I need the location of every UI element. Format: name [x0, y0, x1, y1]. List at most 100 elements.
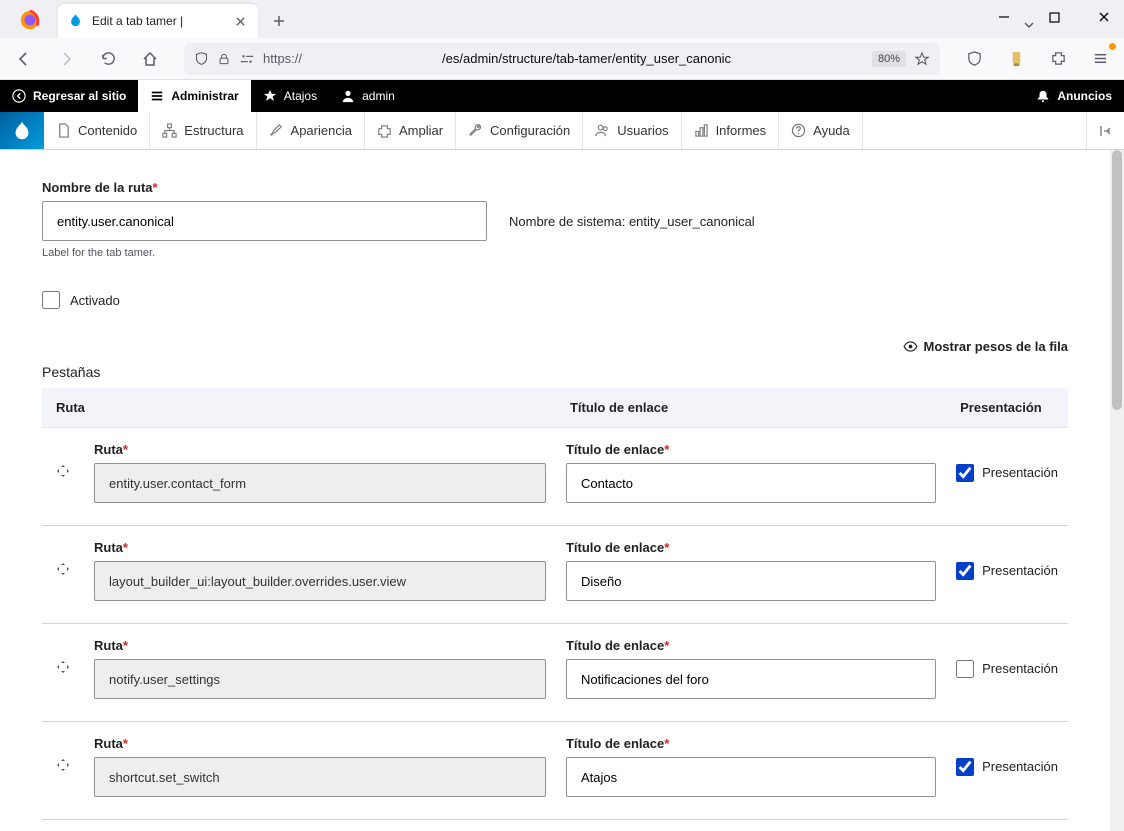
lock-icon: [217, 52, 231, 66]
drag-handle-icon[interactable]: [56, 464, 70, 478]
user-button[interactable]: admin: [329, 80, 407, 112]
pocket-icon[interactable]: [960, 45, 988, 73]
puzzle-icon: [377, 123, 392, 138]
main-content: Nombre de la ruta* Nombre de sistema: en…: [0, 150, 1110, 831]
row-title-input[interactable]: [566, 659, 936, 699]
brush-icon: [269, 123, 284, 138]
show-row-weights-link[interactable]: Mostrar pesos de la fila: [924, 339, 1069, 354]
row-title-label: Título de enlace*: [566, 540, 936, 555]
row-route-input: [94, 561, 546, 601]
menu-extend[interactable]: Ampliar: [365, 112, 456, 149]
row-title-input[interactable]: [566, 561, 936, 601]
window-close-icon[interactable]: [1090, 6, 1118, 28]
firefox-icon: [16, 6, 44, 34]
table-row: Ruta* Título de enlace* Presentación: [42, 820, 1068, 831]
manage-button[interactable]: Administrar: [138, 80, 250, 112]
row-route-label: Ruta*: [94, 540, 546, 555]
row-presentation-label: Presentación: [982, 759, 1058, 774]
announcements-button[interactable]: Anuncios: [1024, 80, 1124, 112]
activated-label: Activado: [70, 293, 120, 308]
th-presentation: Presentación: [946, 388, 1068, 428]
route-name-label: Nombre de la ruta*: [42, 180, 1068, 195]
tab-close-icon[interactable]: [232, 13, 248, 29]
zoom-badge[interactable]: 80%: [872, 51, 906, 67]
nav-reload-button[interactable]: [94, 45, 122, 73]
bell-icon: [1036, 89, 1050, 103]
row-route-input: [94, 757, 546, 797]
drag-handle-icon[interactable]: [56, 758, 70, 772]
star-icon: [263, 89, 277, 103]
user-icon: [341, 89, 355, 103]
row-presentation-label: Presentación: [982, 563, 1058, 578]
activated-checkbox[interactable]: [42, 291, 60, 309]
row-title-label: Título de enlace*: [566, 638, 936, 653]
scrollbar[interactable]: [1110, 150, 1124, 831]
row-title-label: Título de enlace*: [566, 736, 936, 751]
chart-icon: [694, 123, 709, 138]
table-row: Ruta* Título de enlace* Presentación: [42, 624, 1068, 722]
nav-forward-button: [52, 45, 80, 73]
file-icon: [56, 123, 71, 138]
hamburger-icon: [150, 89, 164, 103]
menu-configuration[interactable]: Configuración: [456, 112, 583, 149]
bookmark-star-icon[interactable]: [914, 51, 930, 67]
row-route-input: [94, 463, 546, 503]
scrollbar-thumb[interactable]: [1112, 150, 1122, 410]
system-name-text: Nombre de sistema: entity_user_canonical: [509, 214, 755, 229]
hamburger-menu-icon[interactable]: [1086, 45, 1114, 73]
menu-reports[interactable]: Informes: [682, 112, 780, 149]
row-presentation-checkbox[interactable]: [956, 660, 974, 678]
wrench-icon: [468, 123, 483, 138]
row-presentation-label: Presentación: [982, 465, 1058, 480]
menu-collapse-icon[interactable]: [1086, 112, 1124, 149]
browser-tab-bar: Edit a tab tamer |: [0, 0, 1124, 38]
url-text: https:///es/admin/structure/tab-tamer/en…: [263, 51, 864, 66]
people-icon: [595, 123, 610, 138]
th-route: Ruta: [42, 388, 556, 428]
menu-structure[interactable]: Estructura: [150, 112, 256, 149]
nav-home-button[interactable]: [136, 45, 164, 73]
admin-menu: Contenido Estructura Apariencia Ampliar …: [0, 112, 1124, 150]
table-row: Ruta* Título de enlace* Presentación: [42, 428, 1068, 526]
url-bar: https:///es/admin/structure/tab-tamer/en…: [0, 38, 1124, 80]
hierarchy-icon: [162, 123, 177, 138]
row-presentation-checkbox[interactable]: [956, 758, 974, 776]
account-icon[interactable]: [1002, 45, 1030, 73]
chevron-left-circle-icon: [12, 89, 26, 103]
browser-tab[interactable]: Edit a tab tamer |: [58, 4, 258, 38]
row-presentation-checkbox[interactable]: [956, 562, 974, 580]
th-link-title: Título de enlace: [556, 388, 946, 428]
extensions-icon[interactable]: [1044, 45, 1072, 73]
back-to-site-button[interactable]: Regresar al sitio: [0, 80, 138, 112]
row-route-label: Ruta*: [94, 442, 546, 457]
row-presentation-checkbox[interactable]: [956, 464, 974, 482]
row-presentation-label: Presentación: [982, 661, 1058, 676]
nav-back-button[interactable]: [10, 45, 38, 73]
menu-content[interactable]: Contenido: [44, 112, 150, 149]
drupal-favicon-icon: [68, 13, 84, 29]
row-route-input: [94, 659, 546, 699]
route-name-input[interactable]: [42, 201, 487, 241]
route-name-help: Label for the tab tamer.: [42, 247, 1068, 259]
row-route-label: Ruta*: [94, 638, 546, 653]
shortcuts-button[interactable]: Atajos: [251, 80, 329, 112]
table-row: Ruta* Título de enlace* Presentación: [42, 526, 1068, 624]
eye-icon: [903, 341, 918, 352]
shield-icon: [194, 51, 209, 66]
menu-help[interactable]: Ayuda: [779, 112, 863, 149]
help-icon: [791, 123, 806, 138]
drag-handle-icon[interactable]: [56, 660, 70, 674]
row-title-input[interactable]: [566, 757, 936, 797]
row-title-input[interactable]: [566, 463, 936, 503]
new-tab-button[interactable]: [264, 6, 294, 36]
url-field[interactable]: https:///es/admin/structure/tab-tamer/en…: [184, 43, 940, 75]
drag-handle-icon[interactable]: [56, 562, 70, 576]
window-minimize-icon[interactable]: [990, 6, 1018, 28]
menu-appearance[interactable]: Apariencia: [257, 112, 365, 149]
admin-toolbar: Regresar al sitio Administrar Atajos adm…: [0, 80, 1124, 112]
drupal-logo-icon[interactable]: [0, 112, 44, 149]
menu-people[interactable]: Usuarios: [583, 112, 681, 149]
row-route-label: Ruta*: [94, 736, 546, 751]
table-row: Ruta* Título de enlace* Presentación: [42, 722, 1068, 820]
window-maximize-icon[interactable]: [1040, 6, 1068, 28]
